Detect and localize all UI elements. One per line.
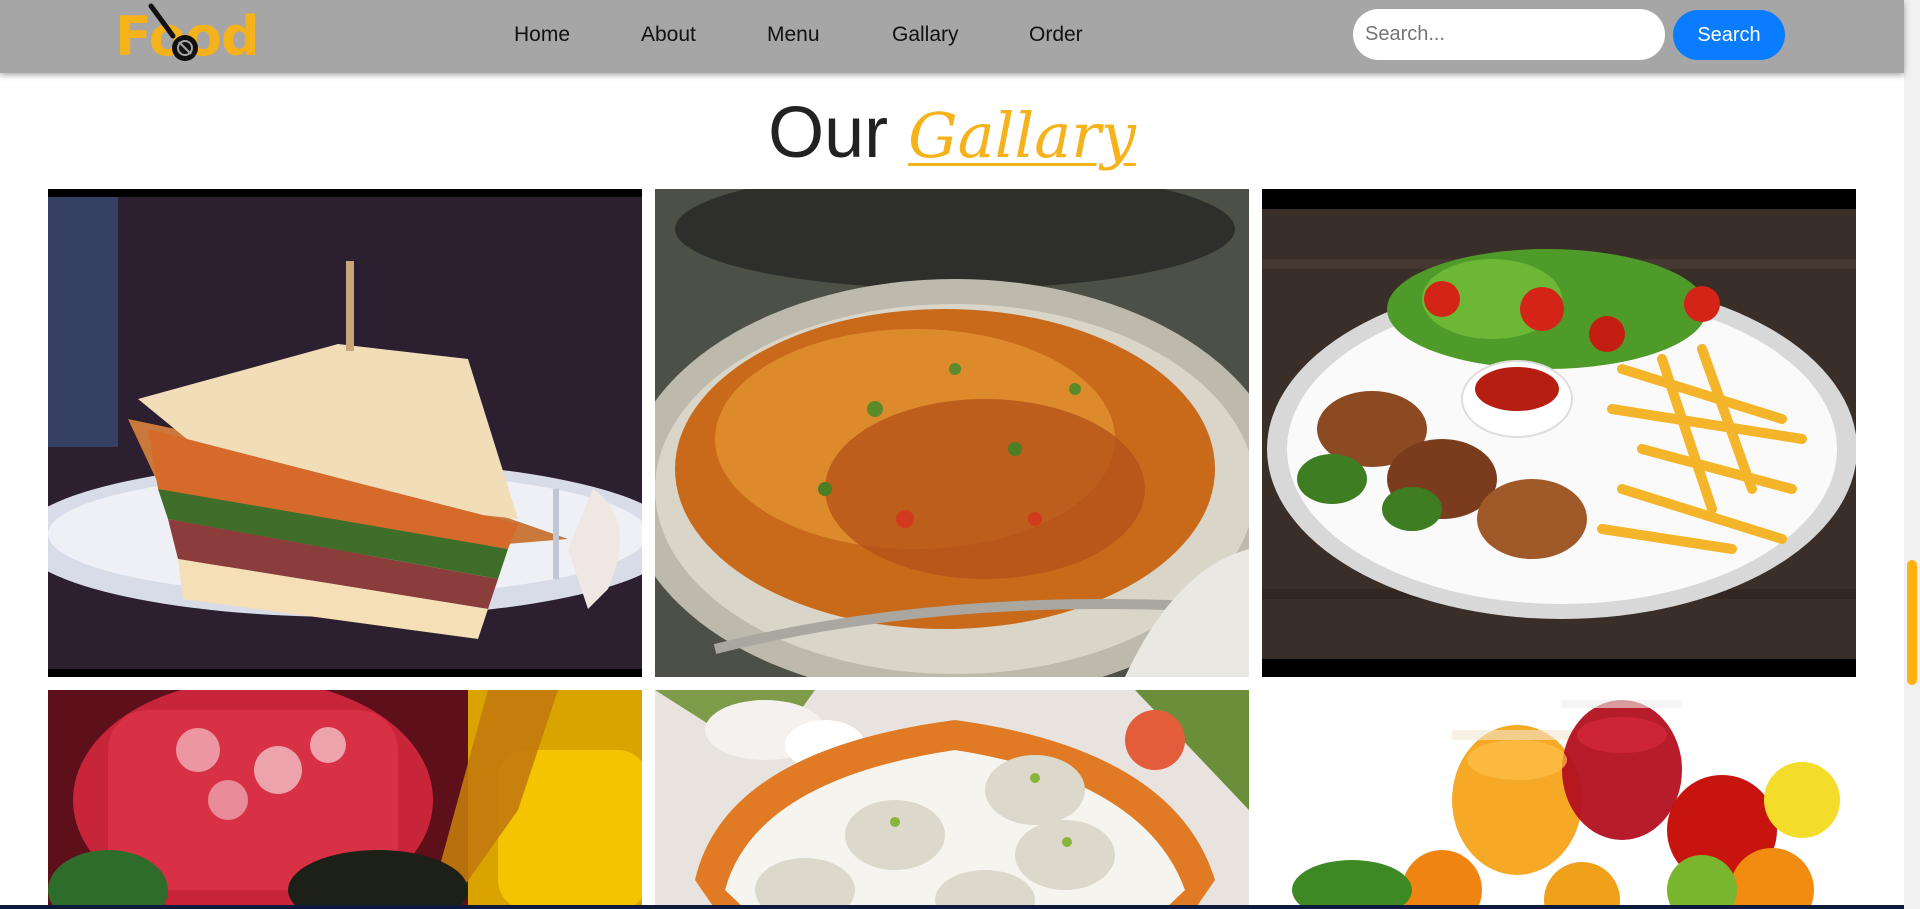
sweet-dumplings-photo-icon — [655, 690, 1249, 909]
fried-chicken-fries-photo-icon — [1262, 189, 1856, 677]
nav-link-order[interactable]: Order — [1029, 23, 1083, 47]
gallery-image-sweets[interactable] — [655, 690, 1249, 909]
brand-logo[interactable]: Food — [115, 0, 260, 70]
search-button[interactable]: Search — [1673, 10, 1785, 60]
biryani-photo-icon — [655, 189, 1249, 677]
search-input[interactable] — [1353, 9, 1665, 60]
gallery-image-juice[interactable] — [1262, 690, 1856, 909]
gallery-heading-prefix: Our — [768, 93, 889, 173]
nav-link-home[interactable]: Home — [514, 23, 570, 47]
cold-drinks-photo-icon — [48, 690, 642, 909]
nav-link-about[interactable]: About — [641, 23, 696, 47]
nav-link-gallery[interactable]: Gallary — [892, 23, 959, 47]
nav-link-menu[interactable]: Menu — [767, 23, 820, 47]
frying-pan-icon — [148, 3, 198, 61]
fruit-juice-photo-icon — [1262, 690, 1856, 909]
sandwich-photo-icon — [48, 189, 642, 677]
page-bottom-edge — [0, 905, 1904, 909]
gallery-heading-accent: Gallary — [908, 99, 1136, 172]
top-navbar: Food Home About Menu Gallary Order Searc… — [0, 0, 1904, 73]
gallery-image-drinks[interactable] — [48, 690, 642, 909]
scrollbar-thumb[interactable] — [1907, 560, 1917, 685]
gallery-image-sandwich[interactable] — [48, 189, 642, 677]
page-scrollbar[interactable] — [1904, 0, 1920, 909]
gallery-heading: Our Gallary — [0, 90, 1904, 179]
gallery-image-biryani[interactable] — [655, 189, 1249, 677]
gallery-image-chicken-fries[interactable] — [1262, 189, 1856, 677]
